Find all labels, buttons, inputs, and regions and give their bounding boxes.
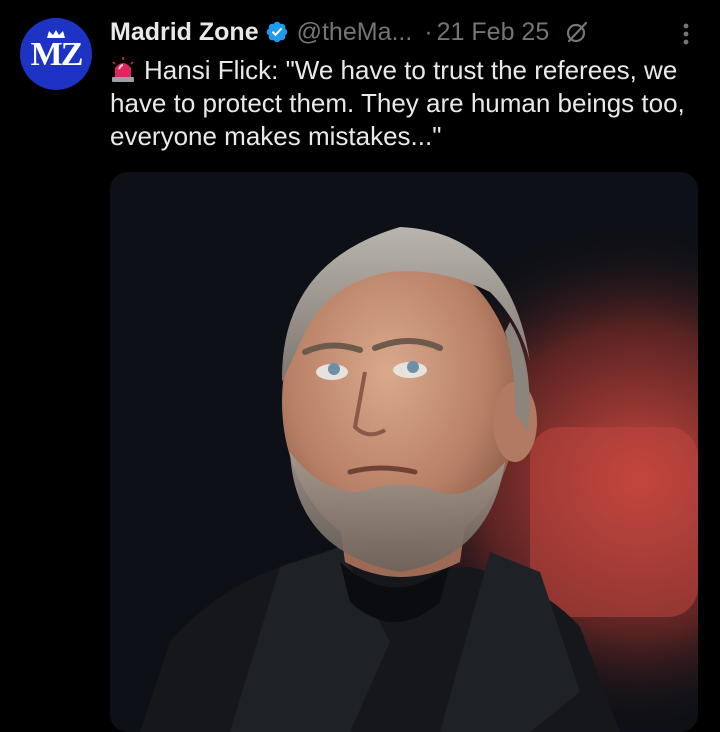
police-siren-icon [112, 57, 134, 82]
tweet[interactable]: MZ Madrid Zone @theMa... · 21 Feb 25 Han… [0, 0, 720, 732]
tweet-date[interactable]: 21 Feb 25 [437, 18, 550, 47]
author-name[interactable]: Madrid Zone [110, 18, 259, 47]
header-separator: · [424, 17, 433, 46]
tweet-text: Hansi Flick: "We have to trust the refer… [110, 55, 685, 151]
grok-icon[interactable] [565, 20, 589, 44]
tweet-media-photo[interactable] [110, 172, 698, 732]
author-handle[interactable]: @theMa... [297, 18, 413, 47]
tweet-text-container: Hansi Flick: "We have to trust the refer… [110, 54, 706, 153]
avatar-monogram: MZ [30, 36, 84, 73]
more-dots-icon[interactable] [672, 18, 700, 50]
author-avatar[interactable]: MZ [20, 18, 92, 90]
verified-badge-icon[interactable] [265, 20, 289, 44]
photo-portrait [110, 172, 698, 732]
tweet-header: Madrid Zone @theMa... · 21 Feb 25 [110, 14, 700, 50]
